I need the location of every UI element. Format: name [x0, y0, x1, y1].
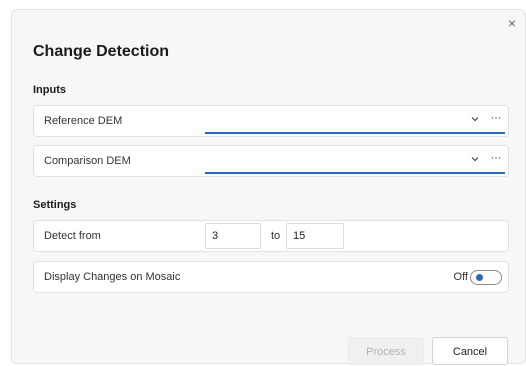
toggle-knob — [476, 274, 483, 281]
reference-dem-label: Reference DEM — [44, 115, 123, 127]
reference-dem-row: Reference DEM ··· — [33, 105, 509, 137]
chevron-down-icon[interactable] — [469, 153, 481, 165]
cancel-button[interactable]: Cancel — [432, 337, 508, 365]
chevron-down-icon[interactable] — [469, 113, 481, 125]
process-button[interactable]: Process — [348, 337, 424, 365]
comparison-dem-row: Comparison DEM ··· — [33, 145, 509, 177]
browse-ellipsis-icon[interactable]: ··· — [491, 110, 502, 124]
change-detection-dialog: × Change Detection Inputs Reference DEM … — [11, 9, 526, 365]
detect-from-input[interactable] — [205, 223, 261, 249]
reference-dem-select[interactable]: ··· — [205, 108, 505, 134]
close-icon[interactable]: × — [505, 16, 519, 30]
inputs-section-label: Inputs — [33, 84, 66, 96]
display-changes-toggle[interactable] — [470, 270, 502, 285]
display-changes-row: Display Changes on Mosaic Off — [33, 261, 509, 293]
comparison-dem-select[interactable]: ··· — [205, 148, 505, 174]
detect-to-input[interactable] — [286, 223, 344, 249]
to-label: to — [271, 230, 281, 242]
dialog-title: Change Detection — [33, 43, 170, 60]
browse-ellipsis-icon[interactable]: ··· — [491, 150, 502, 164]
detect-from-label: Detect from — [44, 230, 101, 242]
comparison-dem-label: Comparison DEM — [44, 155, 131, 167]
display-changes-label: Display Changes on Mosaic — [44, 271, 181, 283]
detect-from-row: Detect from to — [33, 220, 509, 252]
toggle-state-label: Off — [453, 271, 468, 283]
settings-section-label: Settings — [33, 199, 77, 211]
